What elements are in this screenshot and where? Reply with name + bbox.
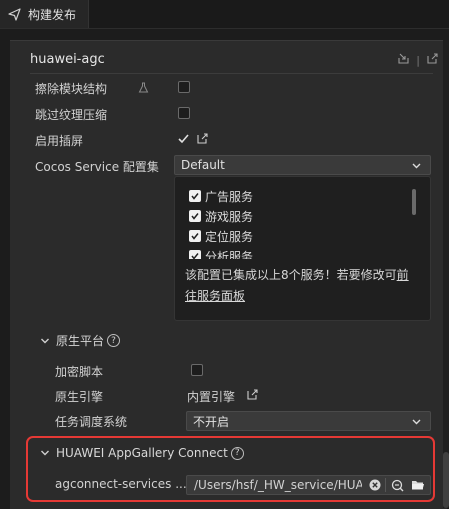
chevron-down-icon [411,160,422,174]
open-external-icon[interactable] [246,388,259,404]
panel-scrollbar[interactable] [443,40,449,508]
service-item[interactable]: 广告服务 [189,187,253,205]
service-item[interactable]: 游戏服务 [189,207,253,225]
task-scheduler-select[interactable]: 不开启 [186,411,431,431]
native-platform-title: 原生平台 [56,334,105,348]
panel-scrollbar-thumb[interactable] [443,452,449,508]
tab-build-publish[interactable]: 构建发布 [0,0,89,28]
send-icon [8,7,22,21]
open-external-icon[interactable] [196,132,209,148]
native-platform-header[interactable]: 原生平台 ? [40,332,121,349]
service-checkbox[interactable] [189,190,201,202]
tab-label: 构建发布 [28,7,77,22]
chevron-down-icon [40,448,50,458]
service-config-value: Default [181,158,225,172]
service-checkbox[interactable] [189,250,201,259]
services-list: 广告服务 游戏服务 定位服务 分析服务 [175,177,415,259]
section-header-actions: | [397,52,439,68]
task-scheduler-label: 任务调度系统 [55,415,128,429]
chevron-down-icon [40,336,50,346]
help-icon[interactable]: ? [230,446,244,460]
service-label: 广告服务 [205,189,254,204]
flask-icon [138,82,149,96]
service-label: 游戏服务 [205,209,254,224]
service-label: 定位服务 [205,229,254,244]
import-icon[interactable] [397,52,410,68]
service-item[interactable]: 分析服务 [189,247,253,259]
option-skip-texture-checkbox[interactable] [178,107,190,119]
section-divider [30,73,433,74]
native-engine-value: 内置引擎 [187,390,236,404]
option-erase-module-label: 擦除模块结构 [35,82,108,96]
field-separator [385,478,386,492]
option-skip-texture-label: 跳过纹理压缩 [35,108,108,122]
service-config-select[interactable]: Default [174,155,431,175]
service-checkbox[interactable] [189,230,201,242]
header-separator: | [416,53,420,67]
clear-icon[interactable] [369,479,381,494]
agc-header[interactable]: HUAWEI AppGallery Connect ? [40,446,244,460]
agc-title: HUAWEI AppGallery Connect [56,446,228,460]
folder-icon[interactable] [411,479,425,494]
search-icon[interactable] [391,479,404,495]
option-erase-module-checkbox[interactable] [178,81,190,93]
agc-config-path-field[interactable]: /Users/hsf/_HW_service/HUAWEI [186,475,431,495]
services-notice: 该配置已集成以上8个服务！若要修改可前往服务面板 [185,265,417,307]
agc-config-label: agconnect-services ... [55,477,187,491]
encrypt-script-label: 加密脚本 [55,365,104,379]
agc-config-path-value: /Users/hsf/_HW_service/HUAWEI [194,478,362,492]
option-interstitial-checkbox[interactable] [177,132,190,148]
services-panel: 广告服务 游戏服务 定位服务 分析服务 该配置已集成以上8个服务！若要修改可前往… [174,176,431,321]
tab-bar: 构建发布 [0,0,449,29]
notice-text: 该配置已集成以上8个服务！若要修改可 [185,268,397,282]
encrypt-script-checkbox[interactable] [191,364,203,376]
native-engine-label: 原生引擎 [55,390,104,404]
section-title: huawei-agc [30,52,105,67]
service-item[interactable]: 定位服务 [189,227,253,245]
service-label: 分析服务 [205,249,254,260]
chevron-down-icon [411,416,422,430]
services-scrollbar-thumb[interactable] [412,189,416,215]
help-icon[interactable]: ? [107,334,121,347]
task-scheduler-value: 不开启 [193,414,230,429]
service-config-label: Cocos Service 配置集 [35,160,159,174]
service-checkbox[interactable] [189,210,201,222]
export-icon[interactable] [426,52,439,68]
option-interstitial-label: 启用插屏 [35,134,84,148]
